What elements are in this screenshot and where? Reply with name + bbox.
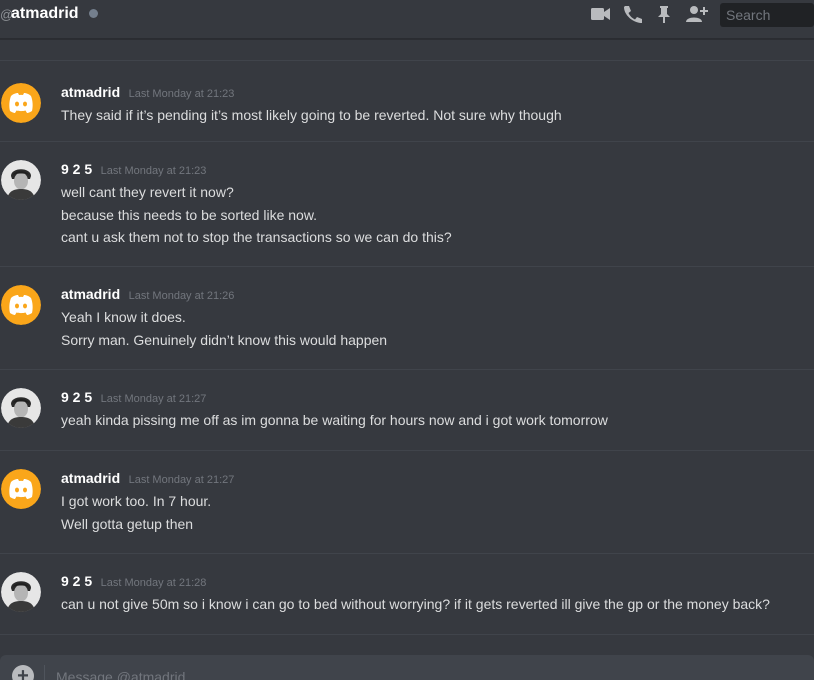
message-content: Yeah I know it does. Sorry man. Genuinel… (61, 306, 387, 351)
message-divider (0, 60, 814, 61)
avatar[interactable] (1, 572, 41, 612)
message-divider (0, 450, 814, 451)
author-name[interactable]: atmadrid (61, 286, 120, 302)
plus-icon: + (17, 665, 29, 680)
discord-logo-icon (1, 285, 41, 325)
avatar[interactable] (1, 83, 41, 123)
dm-window: @ atmadrid Search atmadrid Last Monday a… (0, 0, 814, 680)
channel-title: atmadrid (11, 5, 79, 22)
message-line: I got work too. In 7 hour. (61, 493, 212, 509)
message-divider (0, 141, 814, 142)
search-input[interactable] (720, 3, 812, 27)
message-header: atmadrid Last Monday at 21:23 (61, 83, 234, 103)
discord-logo-icon (1, 83, 41, 123)
message-content: They said if it’s pending it’s most like… (61, 104, 562, 127)
message-content: well cant they revert it now? because th… (61, 181, 452, 249)
status-offline-icon (89, 9, 98, 18)
message-list: atmadrid Last Monday at 21:23 They said … (0, 39, 814, 651)
message-line: They said if it’s pending it’s most like… (61, 107, 562, 123)
message-input[interactable] (56, 665, 796, 680)
timestamp: Last Monday at 21:23 (100, 165, 207, 177)
message-line: well cant they revert it now? (61, 184, 234, 200)
add-friend-icon[interactable] (685, 4, 708, 24)
video-call-icon[interactable] (589, 4, 611, 24)
author-name[interactable]: atmadrid (61, 470, 120, 486)
avatar[interactable] (1, 469, 41, 509)
avatar[interactable] (1, 160, 41, 200)
user-photo-icon (1, 160, 41, 200)
timestamp: Last Monday at 21:28 (100, 577, 207, 589)
user-photo-icon (1, 572, 41, 612)
message-line: yeah kinda pissing me off as im gonna be… (61, 412, 608, 428)
message-line: Sorry man. Genuinely didn’t know this wo… (61, 331, 388, 348)
author-name[interactable]: 9 2 5 (61, 161, 92, 177)
message-divider (0, 553, 814, 554)
timestamp: Last Monday at 21:27 (100, 393, 207, 405)
timestamp: Last Monday at 21:23 (128, 88, 235, 100)
message-content: I got work too. In 7 hour. Well gotta ge… (61, 490, 211, 535)
avatar[interactable] (1, 388, 41, 428)
composer-divider (44, 665, 45, 680)
user-photo-icon (1, 388, 41, 428)
message-content: can u not give 50m so i know i can go to… (61, 593, 770, 616)
timestamp: Last Monday at 21:27 (128, 474, 235, 486)
avatar[interactable] (1, 285, 41, 325)
author-name[interactable]: 9 2 5 (61, 389, 92, 405)
message-line: Yeah I know it does. (61, 309, 186, 325)
message-header: atmadrid Last Monday at 21:27 (61, 469, 234, 489)
message-line: Well gotta getup then (61, 515, 194, 532)
message-divider (0, 634, 814, 635)
timestamp: Last Monday at 21:26 (128, 290, 235, 302)
message-header: 9 2 5 Last Monday at 21:27 (61, 388, 206, 408)
message-line: can u not give 50m so i know i can go to… (61, 596, 770, 612)
message-divider (0, 369, 814, 370)
message-composer: + (0, 655, 814, 680)
author-name[interactable]: 9 2 5 (61, 573, 92, 589)
message-divider (0, 266, 814, 267)
discord-logo-icon (1, 469, 41, 509)
channel-header: @ atmadrid (0, 0, 814, 39)
message-header: atmadrid Last Monday at 21:26 (61, 285, 234, 305)
message-line: because this needs to be sorted like now… (61, 206, 318, 223)
message-line: cant u ask them not to stop the transact… (61, 229, 452, 245)
author-name[interactable]: atmadrid (61, 84, 120, 100)
search-box[interactable] (720, 3, 814, 27)
pin-icon[interactable] (653, 4, 675, 24)
message-header: 9 2 5 Last Monday at 21:28 (61, 572, 206, 592)
voice-call-icon[interactable] (621, 4, 643, 24)
message-content: yeah kinda pissing me off as im gonna be… (61, 409, 608, 432)
add-attachment-button[interactable]: + (12, 665, 34, 680)
message-header: 9 2 5 Last Monday at 21:23 (61, 160, 206, 180)
